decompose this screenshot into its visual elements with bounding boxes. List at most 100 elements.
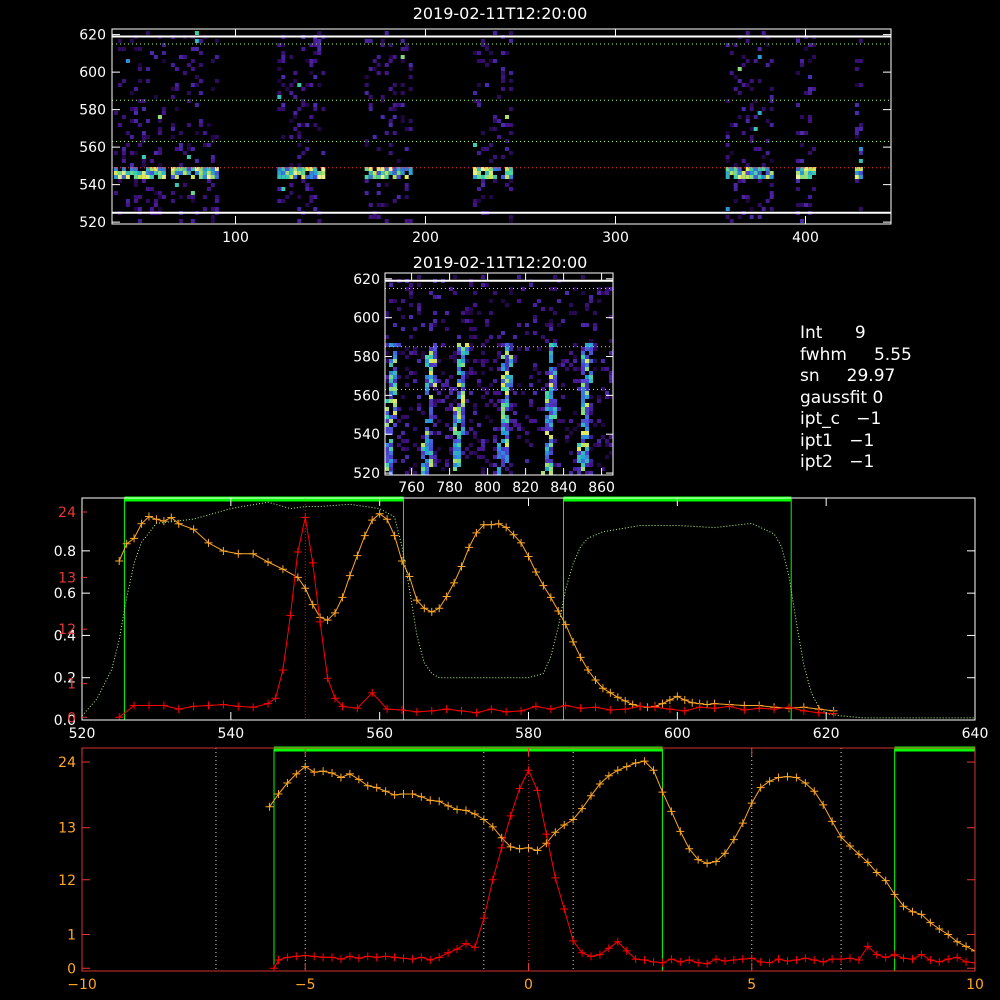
heat-pixel [485, 171, 489, 175]
heat-pixel [376, 63, 381, 67]
heat-pixel [429, 447, 433, 451]
heat-pixel [309, 59, 314, 63]
info-ipt1-value: −1 [849, 430, 875, 451]
figure: 2019-02-11T12:20:00 520540560580600620 1… [54, 4, 989, 993]
spectrum-series-point [444, 948, 453, 957]
spectrum-series-point [506, 811, 515, 820]
heat-pixel [477, 59, 481, 63]
heat-pixel [202, 131, 207, 135]
continuum-series-point [442, 592, 451, 601]
heat-pixel [384, 31, 389, 35]
y-tick-label: 24 [58, 755, 76, 771]
heat-pixel [301, 87, 306, 91]
heat-pixel [585, 415, 589, 419]
heat-pixel [549, 471, 553, 475]
heat-pixel [429, 431, 433, 435]
heat-pixel [113, 167, 118, 171]
offset-panel: −10 −5 0 5 1001121324 [58, 746, 984, 993]
continuum-series-point [115, 557, 124, 566]
heat-pixel [393, 379, 397, 383]
heat-pixel [469, 307, 473, 311]
heat-pixel [393, 383, 397, 387]
spectrum-series-point [412, 707, 421, 716]
heat-pixel [804, 91, 808, 95]
spectrum-series-point [517, 706, 526, 715]
continuum-series-point [345, 769, 354, 778]
heat-pixel [549, 443, 553, 447]
heat-pixel [441, 319, 445, 323]
heat-pixel [473, 435, 477, 439]
continuum-series-point [908, 907, 917, 916]
y-tick-label: 580 [353, 350, 380, 366]
heat-pixel [800, 143, 804, 147]
heat-pixel [858, 123, 863, 127]
info-ipt-c-label: ipt_c [800, 409, 841, 429]
heat-pixel [182, 183, 187, 187]
heat-pixel [305, 203, 310, 207]
heat-pixel [133, 167, 138, 171]
heat-pixel [473, 411, 477, 415]
spectrum-series-point [461, 939, 470, 948]
heat-pixel [389, 443, 393, 447]
heat-pixel [388, 107, 393, 111]
heat-pixel [565, 439, 569, 443]
heat-pixel [505, 391, 509, 395]
heat-pixel [473, 99, 477, 103]
heat-pixel [765, 171, 770, 175]
heat-pixel [317, 47, 322, 51]
heat-pixel [812, 171, 816, 175]
x-tick-label: 5 [747, 977, 756, 993]
heat-pixel [741, 175, 746, 179]
heat-pixel [749, 87, 754, 91]
heat-pixel [517, 323, 521, 327]
heat-pixel [858, 39, 863, 43]
heat-pixel [149, 187, 154, 191]
heat-pixel [397, 375, 401, 379]
heat-pixel [729, 151, 734, 155]
spectrum-series-point [576, 704, 585, 713]
heat-pixel [413, 463, 417, 467]
heat-pixel [509, 347, 513, 351]
heat-pixel [301, 179, 306, 183]
continuum-series-point [435, 797, 444, 806]
heat-pixel [589, 371, 593, 375]
heat-pixel [281, 199, 286, 203]
heat-pixel [309, 175, 314, 179]
heat-pixel [425, 375, 429, 379]
heat-pixel [297, 131, 302, 135]
heat-pixel [372, 67, 377, 71]
heat-pixel [277, 171, 282, 175]
heat-pixel [145, 135, 150, 139]
heat-pixel [190, 67, 195, 71]
heat-pixel [581, 419, 585, 423]
heat-pixel [285, 175, 290, 179]
heat-pixel [525, 347, 529, 351]
spectrum-series-point [621, 705, 630, 714]
continuum-series-line [118, 513, 834, 712]
heat-pixel [396, 159, 401, 163]
heat-pixel [408, 219, 413, 223]
heat-pixel [537, 379, 541, 383]
heat-pixel [393, 411, 397, 415]
spectrum-series-point [712, 955, 721, 964]
heat-pixel [182, 151, 187, 155]
middle-heatmap [385, 275, 613, 475]
heat-pixel [129, 91, 134, 95]
heat-pixel [137, 219, 142, 223]
heat-pixel [161, 175, 166, 179]
heat-pixel [561, 383, 565, 387]
heat-pixel [517, 427, 521, 431]
heat-pixel [725, 99, 730, 103]
heat-pixel [501, 87, 505, 91]
heat-pixel [469, 451, 473, 455]
heat-pixel [761, 107, 766, 111]
heat-pixel [145, 171, 150, 175]
heat-pixel [429, 347, 433, 351]
spectrum-series-point [487, 705, 496, 714]
heat-pixel [581, 355, 585, 359]
heat-pixel [549, 427, 553, 431]
heat-pixel [737, 91, 742, 95]
continuum-series-point [328, 768, 337, 777]
heat-pixel [769, 107, 774, 111]
heat-pixel [769, 183, 774, 187]
